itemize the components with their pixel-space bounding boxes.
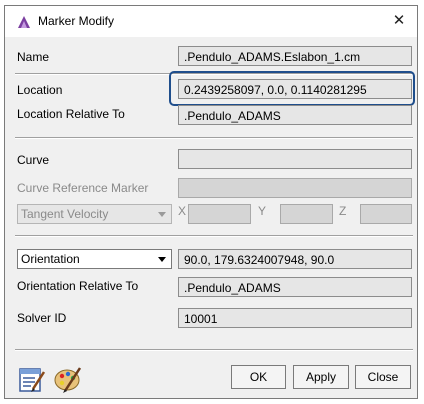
x-field[interactable] <box>188 204 251 224</box>
orientation-select[interactable]: Orientation <box>17 249 172 269</box>
y-field[interactable] <box>280 204 333 224</box>
orientation-select-value: Orientation <box>21 252 80 266</box>
chevron-down-icon <box>158 257 166 262</box>
title-bar: Marker Modify ✕ <box>5 6 417 37</box>
window-title: Marker Modify <box>38 14 115 28</box>
close-window-icon[interactable]: ✕ <box>387 10 411 32</box>
curve-reference-marker-label: Curve Reference Marker <box>17 181 149 195</box>
ok-button[interactable]: OK <box>231 365 286 389</box>
x-label: X <box>178 204 187 218</box>
orientation-field[interactable]: 90.0, 179.6324007948, 90.0 <box>178 249 412 269</box>
curve-field[interactable] <box>178 149 412 169</box>
edit-table-icon[interactable] <box>17 364 47 394</box>
orientation-relative-to-field[interactable]: .Pendulo_ADAMS <box>178 277 412 297</box>
apply-button[interactable]: Apply <box>293 365 349 389</box>
location-relative-to-label: Location Relative To <box>17 107 125 121</box>
z-field[interactable] <box>360 204 412 224</box>
location-label: Location <box>17 83 63 97</box>
divider <box>15 349 413 351</box>
solver-id-field[interactable]: 10001 <box>178 308 412 328</box>
divider <box>15 137 413 139</box>
tangent-velocity-select[interactable]: Tangent Velocity <box>17 204 172 224</box>
divider <box>15 235 413 237</box>
marker-modify-dialog: Marker Modify ✕ Name .Pendulo_ADAMS.Esla… <box>4 5 418 399</box>
adams-app-icon <box>18 16 30 28</box>
curve-label: Curve <box>17 153 50 167</box>
palette-brush-icon[interactable] <box>53 364 83 394</box>
location-highlight <box>169 71 415 106</box>
close-button[interactable]: Close <box>355 365 411 389</box>
orientation-relative-to-label: Orientation Relative To <box>17 279 139 293</box>
y-label: Y <box>258 204 267 218</box>
location-relative-to-field[interactable]: .Pendulo_ADAMS <box>178 105 412 125</box>
name-field[interactable]: .Pendulo_ADAMS.Eslabon_1.cm <box>178 46 412 66</box>
name-label: Name <box>17 50 50 64</box>
tangent-velocity-value: Tangent Velocity <box>21 207 109 221</box>
chevron-down-icon <box>158 212 166 217</box>
curve-reference-marker-field[interactable] <box>178 178 412 198</box>
z-label: Z <box>339 204 347 218</box>
solver-id-label: Solver ID <box>17 311 67 325</box>
